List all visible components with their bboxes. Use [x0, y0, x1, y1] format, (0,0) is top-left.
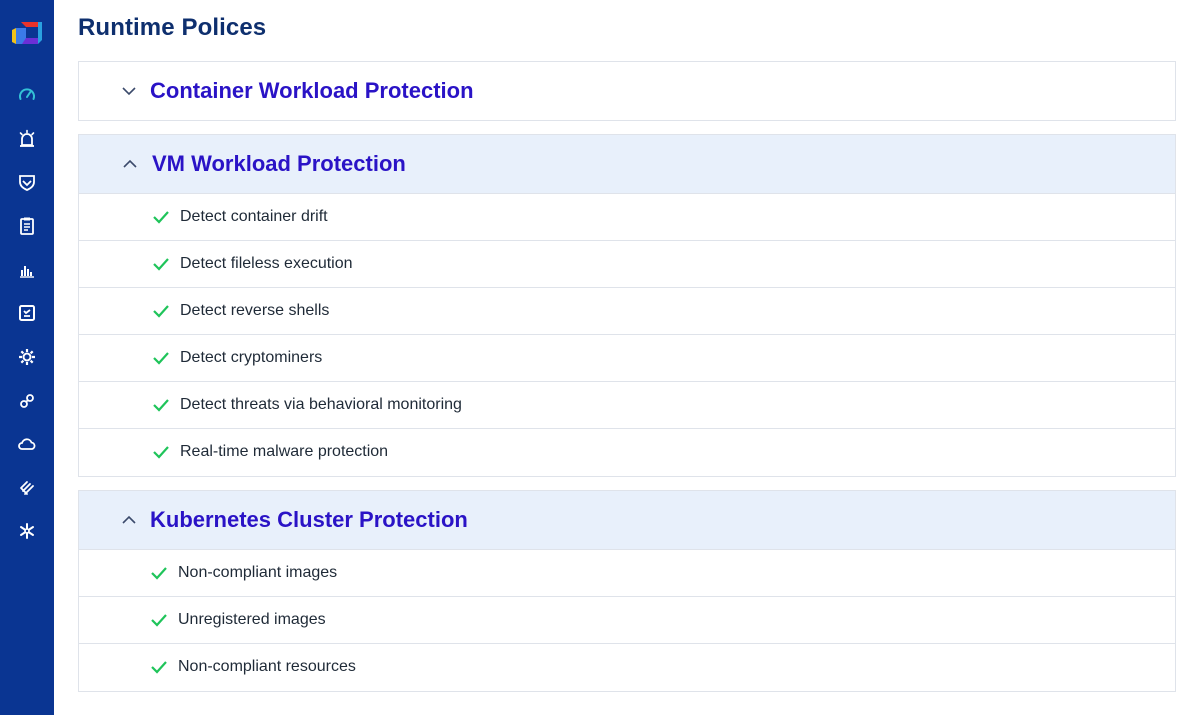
list-item-label: Non-compliant resources — [178, 658, 356, 675]
check-icon — [152, 397, 170, 413]
check-icon — [152, 303, 170, 319]
bar-chart-icon[interactable] — [17, 260, 37, 280]
clipboard-icon[interactable] — [17, 216, 37, 236]
chevron-up-icon — [121, 512, 137, 528]
list-item: Detect threats via behavioral monitoring — [79, 382, 1175, 429]
list-item-label: Detect cryptominers — [180, 349, 323, 366]
link-icon[interactable] — [17, 391, 37, 411]
list-item: Detect reverse shells — [79, 288, 1175, 335]
check-icon — [152, 209, 170, 225]
check-icon — [150, 565, 168, 581]
cloud-icon[interactable] — [17, 434, 37, 454]
sidebar — [0, 0, 54, 715]
scan-frame-icon[interactable] — [17, 303, 37, 323]
check-icon — [152, 444, 170, 460]
list-item: Real-time malware protection — [79, 429, 1175, 476]
section-header[interactable]: Container Workload Protection — [79, 62, 1175, 120]
sparkle-icon[interactable] — [17, 521, 37, 541]
list-item-label: Non-compliant images — [178, 564, 338, 581]
chevron-down-icon — [121, 83, 137, 99]
list-item-label: Detect container drift — [180, 208, 328, 225]
section-title: VM Workload Protection — [152, 151, 406, 176]
shield-icon[interactable] — [17, 172, 37, 192]
list-item: Unregistered images — [79, 597, 1175, 644]
list-item: Non-compliant images — [79, 550, 1175, 597]
list-item-label: Detect threats via behavioral monitoring — [180, 396, 462, 413]
check-icon — [150, 659, 168, 675]
section-vm-workload-protection: VM Workload Protection Detect container … — [78, 134, 1176, 477]
dashboard-gauge-icon[interactable] — [17, 85, 37, 105]
settings-cog-icon[interactable] — [17, 347, 37, 367]
layers-icon[interactable] — [17, 478, 37, 498]
check-icon — [150, 612, 168, 628]
section-header[interactable]: VM Workload Protection — [79, 135, 1175, 194]
check-icon — [152, 350, 170, 366]
section-kubernetes-cluster-protection: Kubernetes Cluster Protection Non-compli… — [78, 490, 1176, 692]
list-item-label: Detect reverse shells — [180, 302, 330, 319]
list-item: Detect container drift — [79, 194, 1175, 241]
section-title: Kubernetes Cluster Protection — [150, 507, 468, 532]
chevron-up-icon — [122, 156, 138, 172]
list-item-label: Detect fileless execution — [180, 255, 353, 272]
list-item: Detect cryptominers — [79, 335, 1175, 382]
app-logo[interactable] — [12, 18, 42, 48]
section-container-workload-protection: Container Workload Protection — [78, 61, 1176, 121]
list-item: Detect fileless execution — [79, 241, 1175, 288]
section-header[interactable]: Kubernetes Cluster Protection — [79, 491, 1175, 550]
list-item-label: Real-time malware protection — [180, 443, 389, 460]
alarm-icon[interactable] — [17, 129, 37, 149]
check-icon — [152, 256, 170, 272]
list-item-label: Unregistered images — [178, 611, 326, 628]
list-item: Non-compliant resources — [79, 644, 1175, 691]
section-title: Container Workload Protection — [150, 78, 474, 103]
page-title: Runtime Polices — [78, 14, 267, 41]
